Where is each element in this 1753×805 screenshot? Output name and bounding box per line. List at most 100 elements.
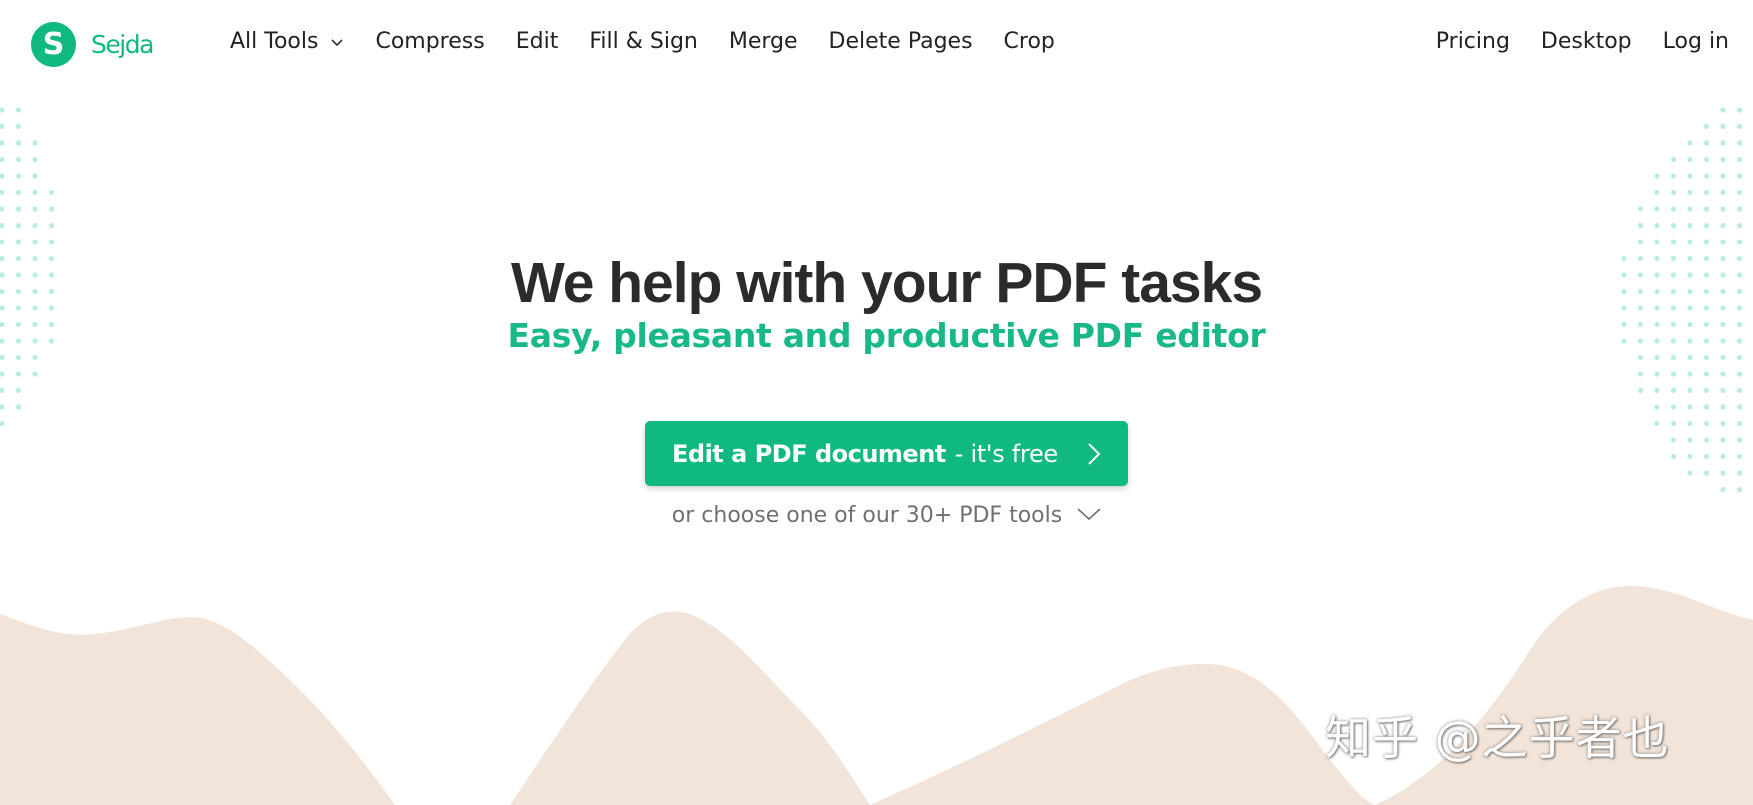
decorative-dot [1637, 371, 1644, 377]
decorative-dot [48, 189, 55, 196]
decorative-dot [32, 156, 38, 163]
nav-edit[interactable]: Edit [516, 29, 559, 54]
decorative-dot [1720, 387, 1726, 394]
decorative-dot [15, 123, 22, 130]
decorative-dot [1736, 123, 1743, 130]
decorative-dot [1670, 239, 1677, 245]
main-nav: All Tools Compress Edit Fill & Sign Merg… [230, 29, 1086, 54]
decorative-dot [32, 189, 38, 196]
edit-pdf-button[interactable]: Edit a PDF document - it's free [645, 421, 1128, 486]
decorative-dot [1736, 206, 1743, 212]
decorative-waves [0, 586, 1753, 805]
decorative-dot [1670, 173, 1677, 179]
decorative-dot [1654, 387, 1660, 394]
decorative-dot [32, 371, 38, 377]
decorative-dot [15, 387, 22, 394]
decorative-dot [1720, 156, 1726, 163]
decorative-dot [1654, 239, 1660, 245]
decorative-dot [1670, 404, 1677, 410]
decorative-dot [15, 189, 22, 196]
nav-all-tools[interactable]: All Tools [230, 29, 344, 54]
decorative-dot [32, 222, 38, 229]
chevron-right-icon [1088, 442, 1101, 465]
decorative-dot [1703, 140, 1710, 146]
watermark: 知乎 @之乎者也 [1325, 711, 1670, 765]
choose-tools-link[interactable]: or choose one of our 30+ PDF tools [0, 503, 1753, 528]
decorative-dot [1736, 437, 1743, 443]
decorative-dot [32, 173, 38, 179]
choose-tools-text: or choose one of our 30+ PDF tools [671, 503, 1063, 528]
decorative-dot [48, 239, 55, 245]
hero-subtitle: Easy, pleasant and productive PDF editor [507, 316, 1266, 355]
decorative-dot [1703, 206, 1710, 212]
decorative-dot [1654, 206, 1660, 212]
decorative-dot [1736, 453, 1743, 460]
decorative-dot [1687, 222, 1693, 229]
decorative-dot [1736, 189, 1743, 196]
decorative-dot [0, 239, 5, 245]
decorative-dot [1720, 140, 1726, 146]
decorative-dot [1703, 173, 1710, 179]
decorative-dot [1703, 437, 1710, 443]
decorative-dot [0, 140, 5, 146]
decorative-dot [1720, 437, 1726, 443]
decorative-dot [1703, 404, 1710, 410]
decorative-dot [1687, 140, 1693, 146]
decorative-dot [0, 387, 5, 394]
decorative-dot [0, 420, 5, 427]
decorative-dot [1687, 371, 1693, 377]
decorative-dot [1654, 404, 1660, 410]
decorative-dot [1670, 437, 1677, 443]
decorative-dot [1703, 123, 1710, 130]
nav-fill-sign[interactable]: Fill & Sign [589, 29, 698, 54]
decorative-dot [0, 156, 5, 163]
decorative-dot [1637, 387, 1644, 394]
decorative-dot [1736, 222, 1743, 229]
decorative-dot [1670, 189, 1677, 196]
decorative-dot [32, 239, 38, 245]
nav-log-in[interactable]: Log in [1663, 29, 1729, 54]
decorative-dot [15, 206, 22, 212]
decorative-dot [15, 239, 22, 245]
nav-pricing[interactable]: Pricing [1436, 29, 1510, 54]
decorative-dot [1670, 222, 1677, 229]
decorative-dot [1720, 420, 1726, 427]
logo-text: Sejda [91, 30, 154, 59]
decorative-dot [1703, 453, 1710, 460]
decorative-dot [1703, 387, 1710, 394]
decorative-dot [1736, 404, 1743, 410]
decorative-dot [48, 206, 55, 212]
sejda-logo-link[interactable]: S Sejda [31, 22, 154, 67]
nav-crop[interactable]: Crop [1004, 29, 1055, 54]
decorative-dot [1703, 239, 1710, 245]
decorative-dot [1736, 107, 1743, 113]
decorative-dot [1687, 404, 1693, 410]
decorative-dot [1654, 420, 1660, 427]
edit-pdf-button-free-label: - it's free [954, 439, 1058, 468]
decorative-dot [1687, 206, 1693, 212]
decorative-dot [1736, 387, 1743, 394]
decorative-dot [1687, 437, 1693, 443]
decorative-dot [1703, 156, 1710, 163]
decorative-dot [1720, 404, 1726, 410]
nav-all-tools-label: All Tools [230, 29, 319, 54]
decorative-dot [15, 173, 22, 179]
decorative-dot [1720, 239, 1726, 245]
decorative-dot [1720, 189, 1726, 196]
account-nav: Pricing Desktop Log in [1405, 29, 1729, 54]
nav-compress[interactable]: Compress [375, 29, 484, 54]
decorative-dot [1687, 470, 1693, 476]
decorative-dot [1654, 189, 1660, 196]
chevron-down-icon [1077, 508, 1101, 521]
nav-delete-pages[interactable]: Delete Pages [829, 29, 973, 54]
decorative-dot [0, 189, 5, 196]
nav-desktop[interactable]: Desktop [1541, 29, 1632, 54]
decorative-dot [1720, 371, 1726, 377]
decorative-dot [1736, 239, 1743, 245]
decorative-dot [1736, 420, 1743, 427]
decorative-dot [1687, 453, 1693, 460]
nav-merge[interactable]: Merge [729, 29, 798, 54]
decorative-dot [1736, 371, 1743, 377]
decorative-dot [1720, 486, 1726, 493]
decorative-dot [15, 222, 22, 229]
